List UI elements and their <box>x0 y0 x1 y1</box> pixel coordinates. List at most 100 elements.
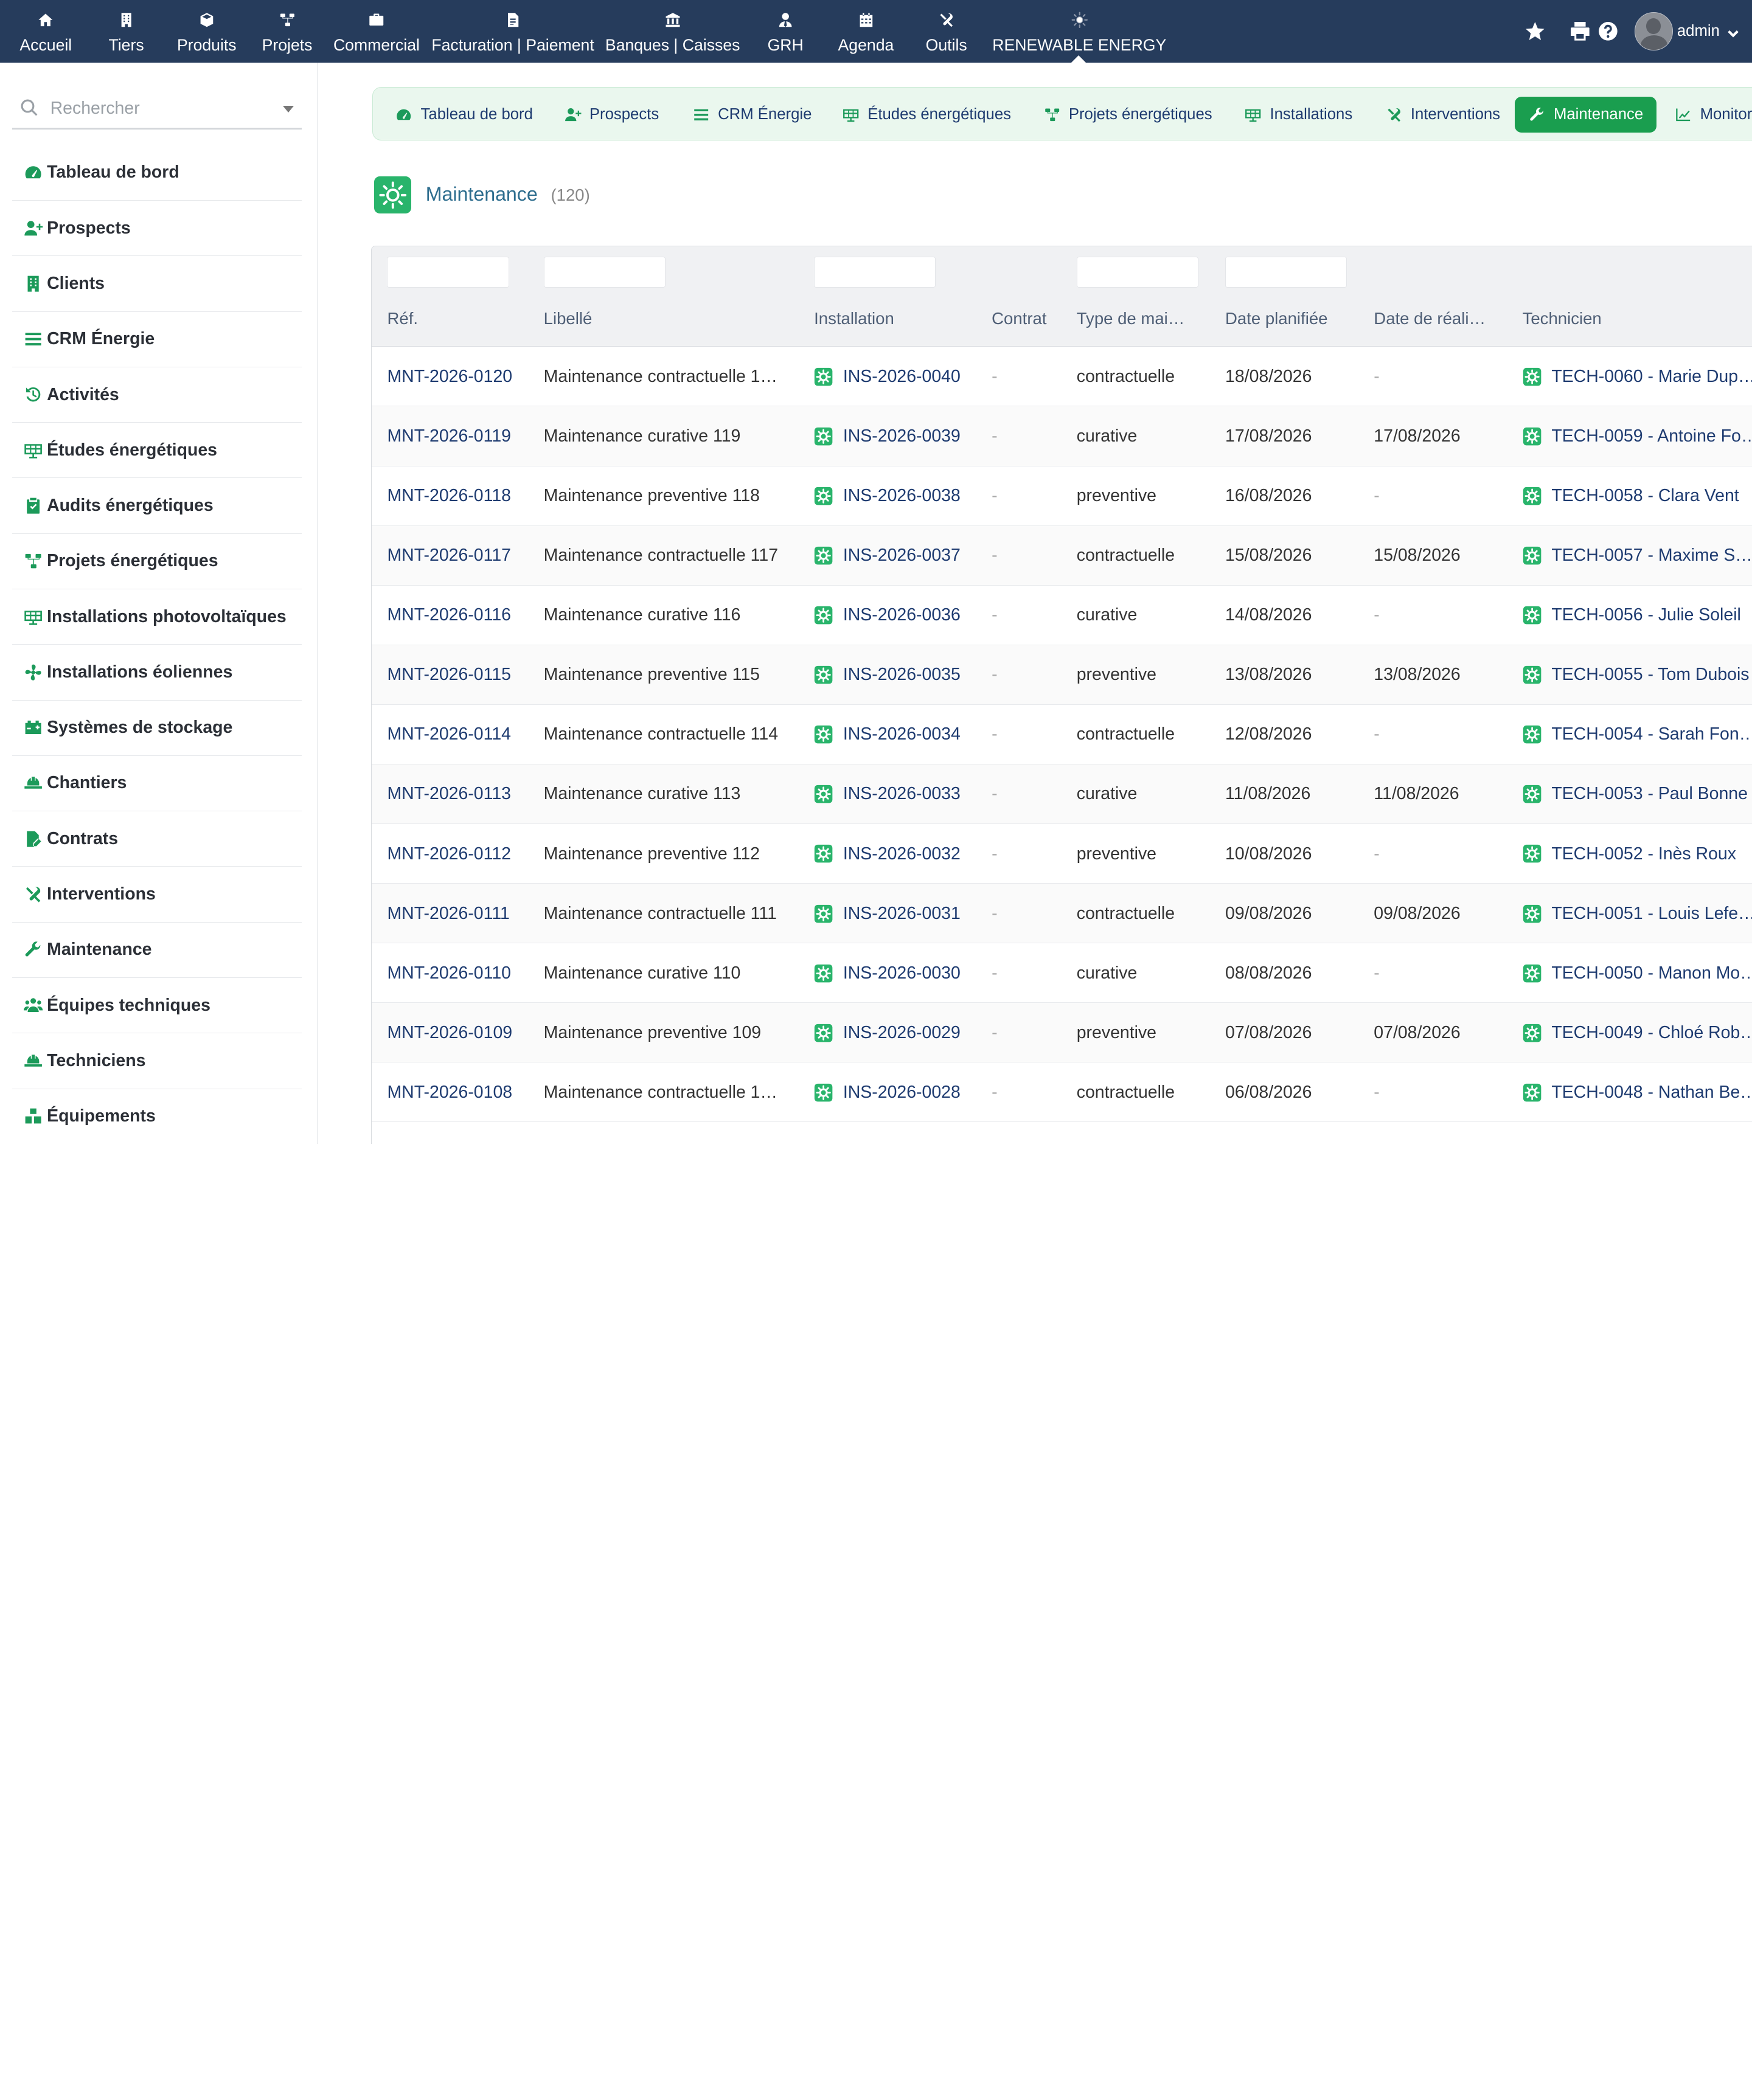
technician-link[interactable]: TECH-0051 - Louis Lefe… <box>1523 884 1752 943</box>
table-row[interactable]: MNT-2026-0111 Maintenance contractuelle 1… <box>371 884 1752 944</box>
table-row[interactable]: MNT-2026-0112 Maintenance preventive 112 I… <box>371 824 1752 884</box>
sidebar-item[interactable]: Tableau de bord <box>12 145 302 201</box>
technician-link[interactable]: TECH-0054 - Sarah Fon… <box>1523 705 1752 764</box>
sidebar-item[interactable]: Techniciens <box>12 1033 302 1089</box>
installation-link[interactable]: INS-2026-0031 <box>814 884 982 943</box>
technician-link[interactable]: TECH-0060 - Marie Dup… <box>1523 347 1752 406</box>
tab-6[interactable]: Interventions <box>1372 97 1514 133</box>
column-header[interactable]: Date planifiée <box>1225 309 1327 328</box>
technician-link[interactable]: TECH-0057 - Maxime S… <box>1523 526 1752 586</box>
column-header[interactable]: Réf. <box>387 309 418 328</box>
ref-link[interactable]: MNT-2026-0119 <box>387 406 538 466</box>
technician-link[interactable]: TECH-0052 - Inès Roux <box>1523 824 1752 884</box>
topnav-item-5[interactable]: Facturation | Paiement <box>431 0 594 63</box>
topnav-item-8[interactable]: Agenda <box>838 0 894 63</box>
ref-link[interactable]: MNT-2026-0109 <box>387 1003 538 1062</box>
column-header[interactable]: Contrat <box>992 309 1046 328</box>
column-header[interactable]: Date de réali… <box>1374 309 1486 328</box>
technician-link[interactable]: TECH-0055 - Tom Dubois <box>1523 645 1752 705</box>
sidebar-item[interactable]: Prospects <box>12 201 302 257</box>
installation-link[interactable]: INS-2026-0039 <box>814 406 982 466</box>
sidebar-item[interactable]: Projets énergétiques <box>12 534 302 589</box>
ref-link[interactable]: MNT-2026-0112 <box>387 824 538 884</box>
sidebar-item[interactable]: Équipements <box>12 1089 302 1144</box>
sidebar-item[interactable]: Études énergétiques <box>12 423 302 479</box>
technician-link[interactable]: TECH-0059 - Antoine Fo… <box>1523 406 1752 466</box>
column-header[interactable]: Libellé <box>544 309 593 328</box>
technician-link[interactable]: TECH-0053 - Paul Bonne <box>1523 764 1752 824</box>
table-row[interactable]: MNT-2026-0113 Maintenance curative 113 INS… <box>371 764 1752 824</box>
ref-link[interactable]: MNT-2026-0116 <box>387 586 538 645</box>
column-header[interactable]: Installation <box>814 309 894 328</box>
installation-link[interactable]: INS-2026-0035 <box>814 645 982 705</box>
sidebar-item[interactable]: Audits énergétiques <box>12 478 302 534</box>
column-header[interactable]: Technicien <box>1523 309 1602 328</box>
table-row[interactable]: MNT-2026-0118 Maintenance preventive 118 I… <box>371 466 1752 526</box>
technician-link[interactable]: TECH-0048 - Nathan Be… <box>1523 1062 1752 1122</box>
installation-link[interactable]: INS-2026-0036 <box>814 586 982 645</box>
installation-link[interactable]: INS-2026-0030 <box>814 943 982 1003</box>
installation-link[interactable]: INS-2026-0033 <box>814 764 982 824</box>
sidebar-search[interactable] <box>12 89 302 130</box>
installation-link[interactable]: INS-2026-0037 <box>814 526 982 586</box>
tab-4[interactable]: Projets énergétiques <box>1030 97 1226 133</box>
bookmark-star-icon[interactable] <box>1524 20 1546 43</box>
ref-link[interactable]: MNT-2026-0118 <box>387 466 538 526</box>
table-row[interactable]: MNT-2026-0116 Maintenance curative 116 INS… <box>371 585 1752 645</box>
print-icon[interactable] <box>1569 20 1591 43</box>
ref-link[interactable]: MNT-2026-0113 <box>387 764 538 824</box>
technician-link[interactable]: TECH-0050 - Manon Mo… <box>1523 943 1752 1003</box>
ref-link[interactable]: MNT-2026-0120 <box>387 347 538 406</box>
topnav-item-10[interactable]: RENEWABLE ENERGY <box>992 0 1166 63</box>
ref-link[interactable]: MNT-2026-0110 <box>387 943 538 1003</box>
tab-3[interactable]: Études énergétiques <box>829 97 1024 133</box>
installation-link[interactable]: INS-2026-0029 <box>814 1003 982 1062</box>
installation-link[interactable]: INS-2026-0032 <box>814 824 982 884</box>
table-row[interactable]: MNT-2026-0108 Maintenance contractuelle 1… <box>371 1062 1752 1123</box>
table-row[interactable]: MNT-2026-0119 Maintenance curative 119 INS… <box>371 406 1752 466</box>
installation-link[interactable]: INS-2026-0040 <box>814 347 982 406</box>
topnav-item-2[interactable]: Produits <box>177 0 237 63</box>
table-row[interactable]: MNT-2026-0117 Maintenance contractuelle 1… <box>371 525 1752 586</box>
tab-5[interactable]: Installations <box>1231 97 1366 133</box>
ref-link[interactable]: MNT-2026-0117 <box>387 526 538 586</box>
search-input[interactable] <box>50 98 268 119</box>
column-filter-input[interactable] <box>543 256 666 288</box>
ref-link[interactable]: MNT-2026-0108 <box>387 1062 538 1122</box>
ref-link[interactable]: MNT-2026-0115 <box>387 645 538 705</box>
column-filter-input[interactable] <box>1076 256 1198 288</box>
table-row[interactable]: MNT-2026-0114 Maintenance contractuelle 1… <box>371 704 1752 764</box>
installation-link[interactable]: INS-2026-0034 <box>814 705 982 764</box>
table-row[interactable]: MNT-2026-0110 Maintenance curative 110 INS… <box>371 943 1752 1003</box>
topnav-item-9[interactable]: Outils <box>926 0 967 63</box>
table-row[interactable]: MNT-2026-0109 Maintenance preventive 109 I… <box>371 1003 1752 1063</box>
sidebar-item[interactable]: Contrats <box>12 811 302 867</box>
technician-link[interactable]: TECH-0058 - Clara Vent <box>1523 466 1752 526</box>
tab-0[interactable]: Tableau de bord <box>381 97 546 133</box>
ref-link[interactable]: MNT-2026-0114 <box>387 705 538 764</box>
chevron-down-icon[interactable] <box>1726 24 1740 38</box>
ref-link[interactable]: MNT-2026-0111 <box>387 884 538 943</box>
sidebar-item[interactable]: Maintenance <box>12 923 302 978</box>
sidebar-item[interactable]: Équipes techniques <box>12 978 302 1034</box>
column-header[interactable]: Type de mai… <box>1077 309 1185 328</box>
sidebar-item[interactable]: Activités <box>12 367 302 423</box>
table-row[interactable]: MNT-2026-0115 Maintenance preventive 115 I… <box>371 645 1752 705</box>
installation-link[interactable]: INS-2026-0038 <box>814 466 982 526</box>
tab-2[interactable]: CRM Énergie <box>679 97 826 133</box>
column-filter-input[interactable] <box>387 256 509 288</box>
topnav-item-3[interactable]: Projets <box>262 0 312 63</box>
technician-link[interactable]: TECH-0056 - Julie Soleil <box>1523 586 1752 645</box>
tab-8[interactable]: Monitori <box>1661 97 1752 133</box>
tab-1[interactable]: Prospects <box>551 97 673 133</box>
topnav-item-7[interactable]: GRH <box>768 0 804 63</box>
user-avatar[interactable] <box>1635 12 1673 50</box>
sidebar-item[interactable]: Systèmes de stockage <box>12 701 302 756</box>
topnav-item-4[interactable]: Commercial <box>333 0 420 63</box>
installation-link[interactable]: INS-2026-0028 <box>814 1062 982 1122</box>
sidebar-item[interactable]: Chantiers <box>12 756 302 812</box>
help-icon[interactable] <box>1597 20 1619 43</box>
sidebar-item[interactable]: Clients <box>12 256 302 312</box>
technician-link[interactable]: TECH-0049 - Chloé Rob… <box>1523 1003 1752 1062</box>
sidebar-item[interactable]: Installations photovoltaïques <box>12 589 302 645</box>
